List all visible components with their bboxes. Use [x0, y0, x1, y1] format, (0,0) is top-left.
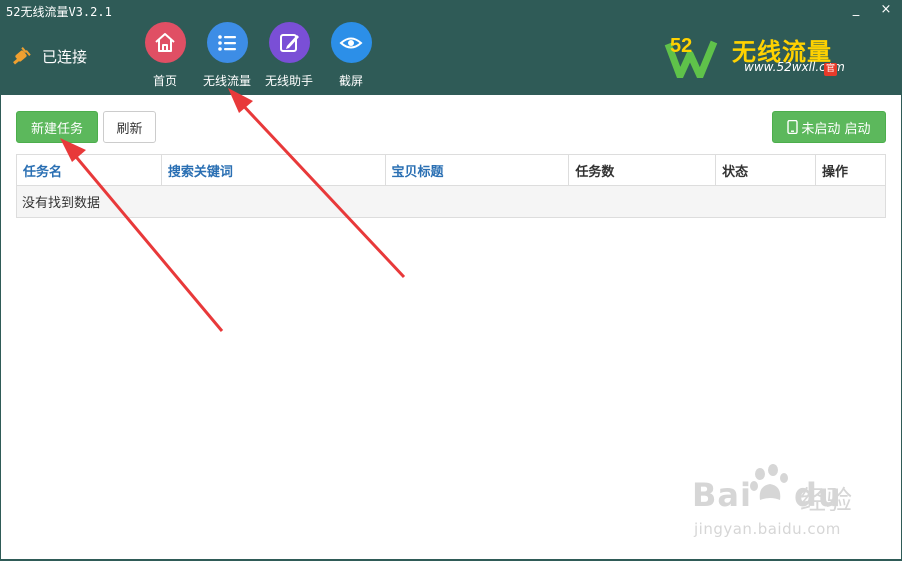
new-task-button[interactable]: 新建任务: [16, 111, 98, 143]
minimize-button[interactable]: _: [848, 2, 864, 18]
start-button[interactable]: 未启动 启动: [772, 111, 886, 143]
column-actions: 操作: [815, 154, 886, 186]
paw-icon: [750, 464, 788, 500]
column-status: 状态: [715, 154, 817, 186]
eye-icon: [330, 22, 372, 63]
edit-icon: [268, 22, 310, 63]
refresh-button[interactable]: 刷新: [103, 111, 156, 143]
logo-number: 52: [670, 35, 692, 57]
table-header-row: 任务名 搜索关键词 宝贝标题 任务数 状态 操作: [16, 154, 886, 186]
close-button[interactable]: ×: [878, 2, 894, 18]
task-table: 任务名 搜索关键词 宝贝标题 任务数 状态 操作 没有找到数据: [16, 154, 886, 218]
logo-badge: 官: [824, 63, 837, 76]
empty-message: 没有找到数据: [16, 185, 886, 218]
connection-label: 已连接: [42, 47, 88, 66]
app-header: 52无线流量V3.2.1 _ × 已连接 首页 无线流量 无线助手 截屏 52 …: [0, 0, 902, 95]
nav-item-screenshot[interactable]: 截屏: [320, 22, 382, 89]
plug-icon: [13, 47, 31, 65]
nav-label: 无线助手: [264, 74, 313, 88]
w-logo-icon: 52: [664, 35, 718, 78]
brand-logo: 52 无线流量 www.52wxll.com 官: [664, 30, 845, 80]
start-button-label: 未启动 启动: [801, 121, 871, 137]
nav-item-assistant[interactable]: 无线助手: [258, 22, 320, 89]
watermark-url: jingyan.baidu.com: [694, 520, 841, 538]
column-keyword[interactable]: 搜索关键词: [161, 154, 386, 186]
nav-label: 无线流量: [202, 74, 251, 88]
list-icon: [206, 22, 248, 63]
nav-item-traffic[interactable]: 无线流量: [196, 22, 258, 89]
table-row: 没有找到数据: [16, 185, 886, 218]
baidu-watermark: Bai du 经验 jingyan.baidu.com: [692, 462, 862, 542]
window-controls: _ ×: [848, 2, 894, 18]
column-item-title[interactable]: 宝贝标题: [385, 154, 570, 186]
nav-label: 截屏: [338, 74, 363, 88]
window-title: 52无线流量V3.2.1: [6, 5, 112, 19]
column-task-name[interactable]: 任务名: [16, 154, 162, 186]
phone-icon: [787, 120, 799, 134]
nav-item-home[interactable]: 首页: [134, 22, 196, 89]
window-border-left: [0, 95, 1, 561]
connection-status: 已连接: [12, 44, 87, 68]
main-nav: 首页 无线流量 无线助手 截屏: [134, 22, 382, 89]
column-task-count: 任务数: [568, 154, 717, 186]
watermark-cn: 经验: [800, 486, 853, 516]
nav-label: 首页: [152, 74, 177, 88]
home-icon: [144, 22, 186, 63]
